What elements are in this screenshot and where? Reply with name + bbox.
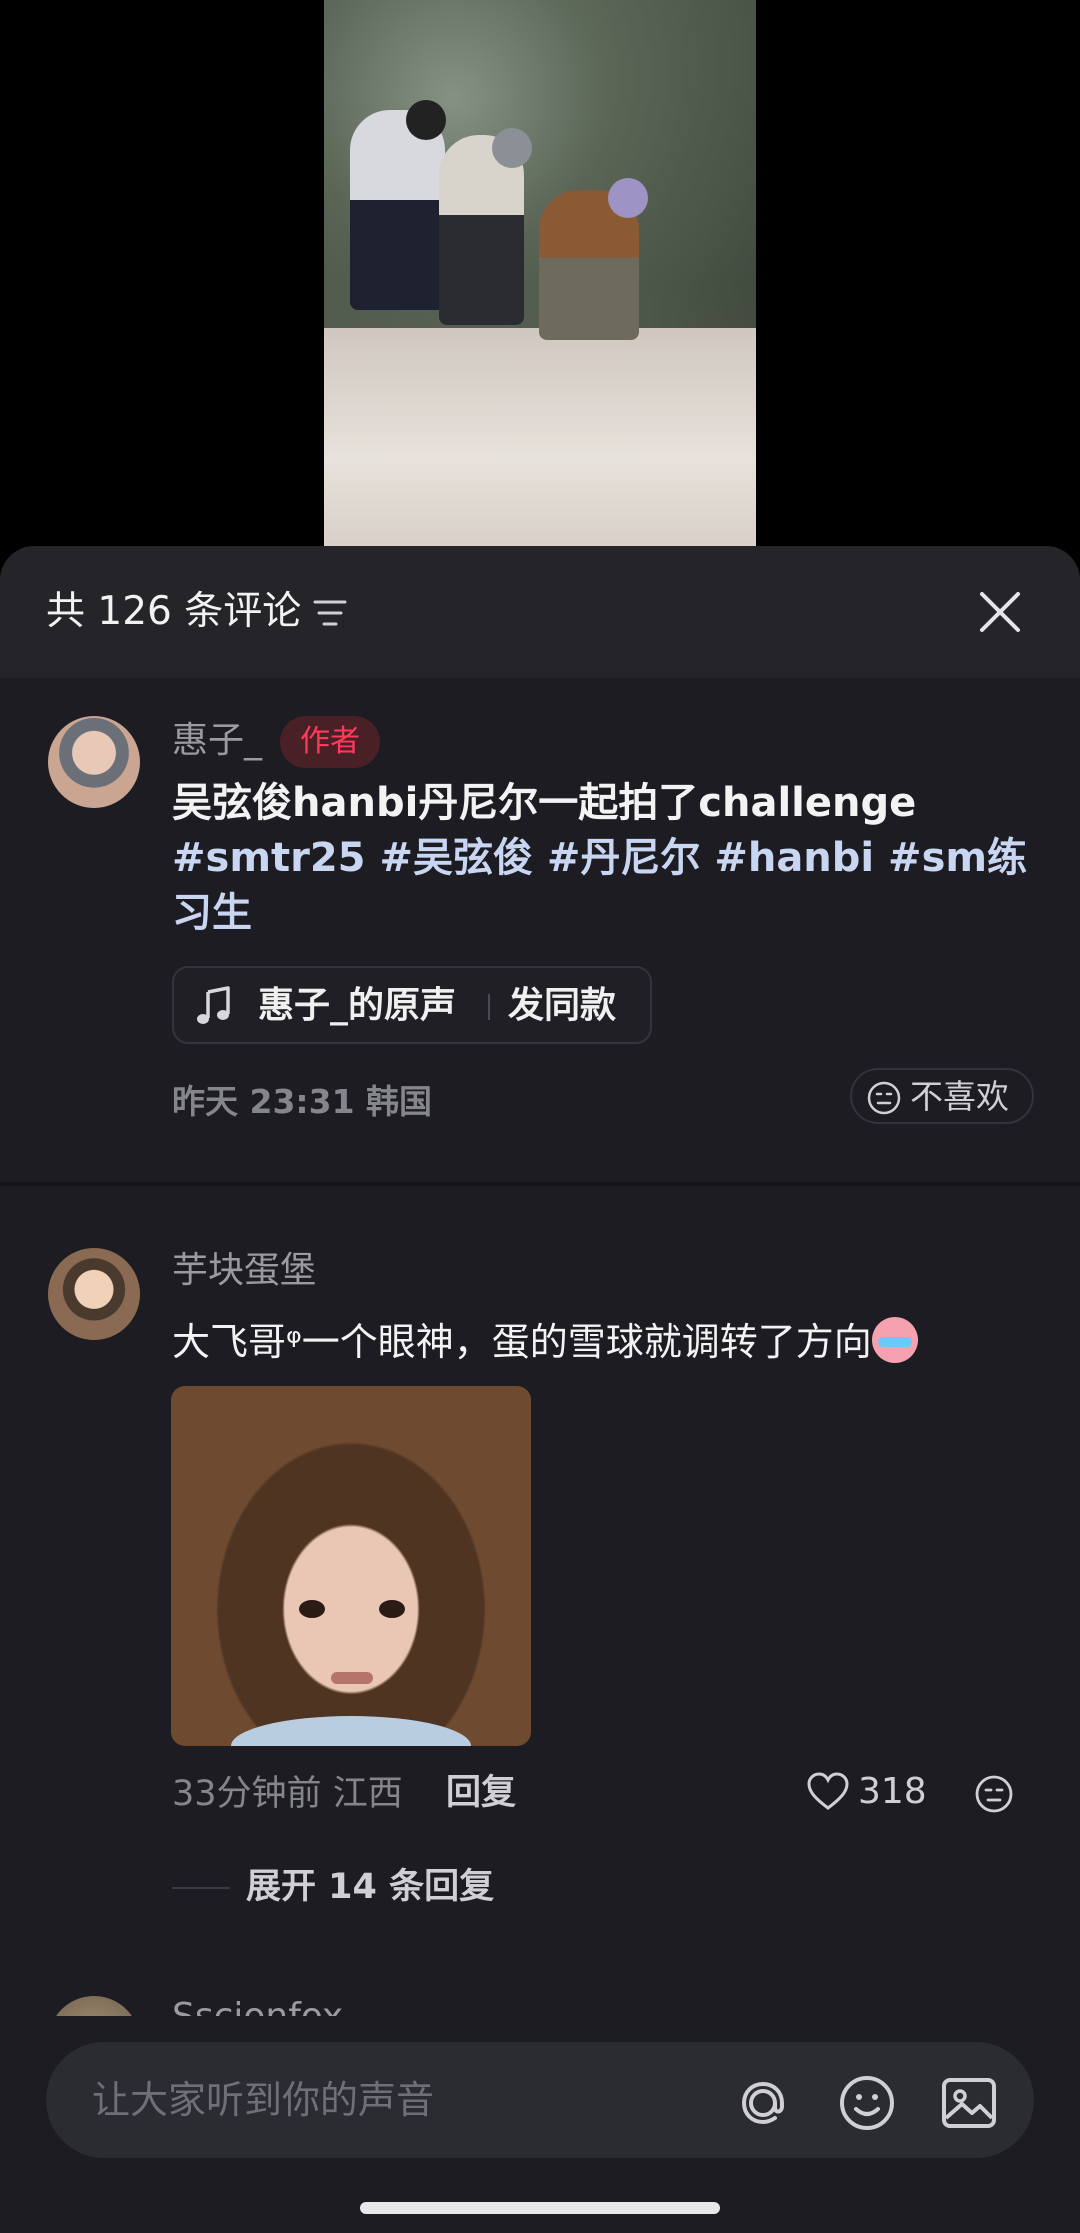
home-indicator: [360, 2202, 720, 2214]
like-button[interactable]: 318: [806, 1768, 946, 1818]
author-comment-main: 吴弦俊hanbi丹尼尔一起拍了challenge: [172, 780, 917, 826]
video-person-2-head: [492, 128, 532, 168]
expand-replies-line: [172, 1887, 230, 1889]
dislike-label: 不喜欢: [910, 1077, 1009, 1116]
original-sound-pill[interactable]: 惠子_的原声 发同款: [172, 966, 652, 1044]
author-username[interactable]: 惠子_: [172, 718, 262, 764]
comment-input[interactable]: 让大家听到你的声音: [46, 2042, 1034, 2158]
sticker-shirt: [231, 1716, 471, 1746]
video-person-1-head: [406, 100, 446, 140]
like-count: 318: [858, 1771, 927, 1812]
video-person-3-head: [608, 178, 648, 218]
comment-input-placeholder: 让大家听到你的声音: [92, 2078, 435, 2122]
comment-meta: 33分钟前 江西: [172, 1772, 403, 1816]
sticker-eye-right: [379, 1600, 405, 1618]
author-badge: 作者: [280, 716, 380, 768]
emoji-icon[interactable]: [836, 2072, 898, 2134]
expand-replies-button[interactable]: 展开 14 条回复: [246, 1864, 494, 1910]
music-note-icon: [197, 986, 230, 1024]
sound-name: 惠子_的原声: [258, 985, 457, 1026]
dislike-button[interactable]: 不喜欢: [850, 1068, 1034, 1124]
neutral-face-icon: [867, 1081, 901, 1115]
commenter-username[interactable]: 芋块蛋堡: [172, 1248, 316, 1294]
comment-location: 江西: [332, 1774, 403, 1814]
sticker-eye-left: [299, 1600, 325, 1618]
video-frame[interactable]: [324, 0, 756, 546]
comment-time: 33分钟前: [172, 1774, 322, 1814]
heart-icon: [807, 1772, 849, 1810]
author-avatar[interactable]: [48, 716, 140, 808]
author-comment-location: 韩国: [366, 1082, 433, 1121]
crying-emoji-icon: [871, 1317, 918, 1363]
comment-count-title: 共 126 条评论: [46, 589, 302, 634]
comment-input-bar: 让大家听到你的声音: [0, 2016, 1080, 2233]
image-icon[interactable]: [938, 2072, 1000, 2134]
sticker-mouth: [331, 1672, 373, 1684]
use-sound-button[interactable]: 发同款: [508, 982, 616, 1030]
commenter-avatar[interactable]: [48, 1248, 140, 1340]
reaction-face-icon[interactable]: [974, 1774, 1014, 1814]
filter-icon[interactable]: [313, 598, 347, 628]
author-comment-text: 吴弦俊hanbi丹尼尔一起拍了challenge #smtr25 #吴弦俊 #丹…: [172, 776, 1032, 941]
comment-text-body: 大飞哥ᵠ一个眼神，蛋的雪球就调转了方向: [172, 1320, 872, 1364]
section-divider: [0, 1182, 1080, 1186]
comment-text: 大飞哥ᵠ一个眼神，蛋的雪球就调转了方向: [172, 1316, 1032, 1368]
author-comment-hashtags[interactable]: #smtr25 #吴弦俊 #丹尼尔 #hanbi #sm练习生: [172, 835, 1027, 936]
author-comment-time: 昨天 23:31: [172, 1082, 355, 1121]
at-icon[interactable]: [732, 2072, 794, 2134]
video-area[interactable]: [0, 0, 1080, 560]
reply-button[interactable]: 回复: [446, 1770, 516, 1816]
video-background-ground: [324, 327, 756, 546]
comment-sticker-image[interactable]: [171, 1386, 531, 1746]
video-person-1: [350, 110, 445, 310]
author-comment-meta: 昨天 23:31 韩国: [172, 1080, 432, 1124]
sound-divider: [488, 994, 490, 1020]
comments-header: 共 126 条评论: [0, 546, 1080, 678]
close-icon[interactable]: [978, 590, 1022, 634]
